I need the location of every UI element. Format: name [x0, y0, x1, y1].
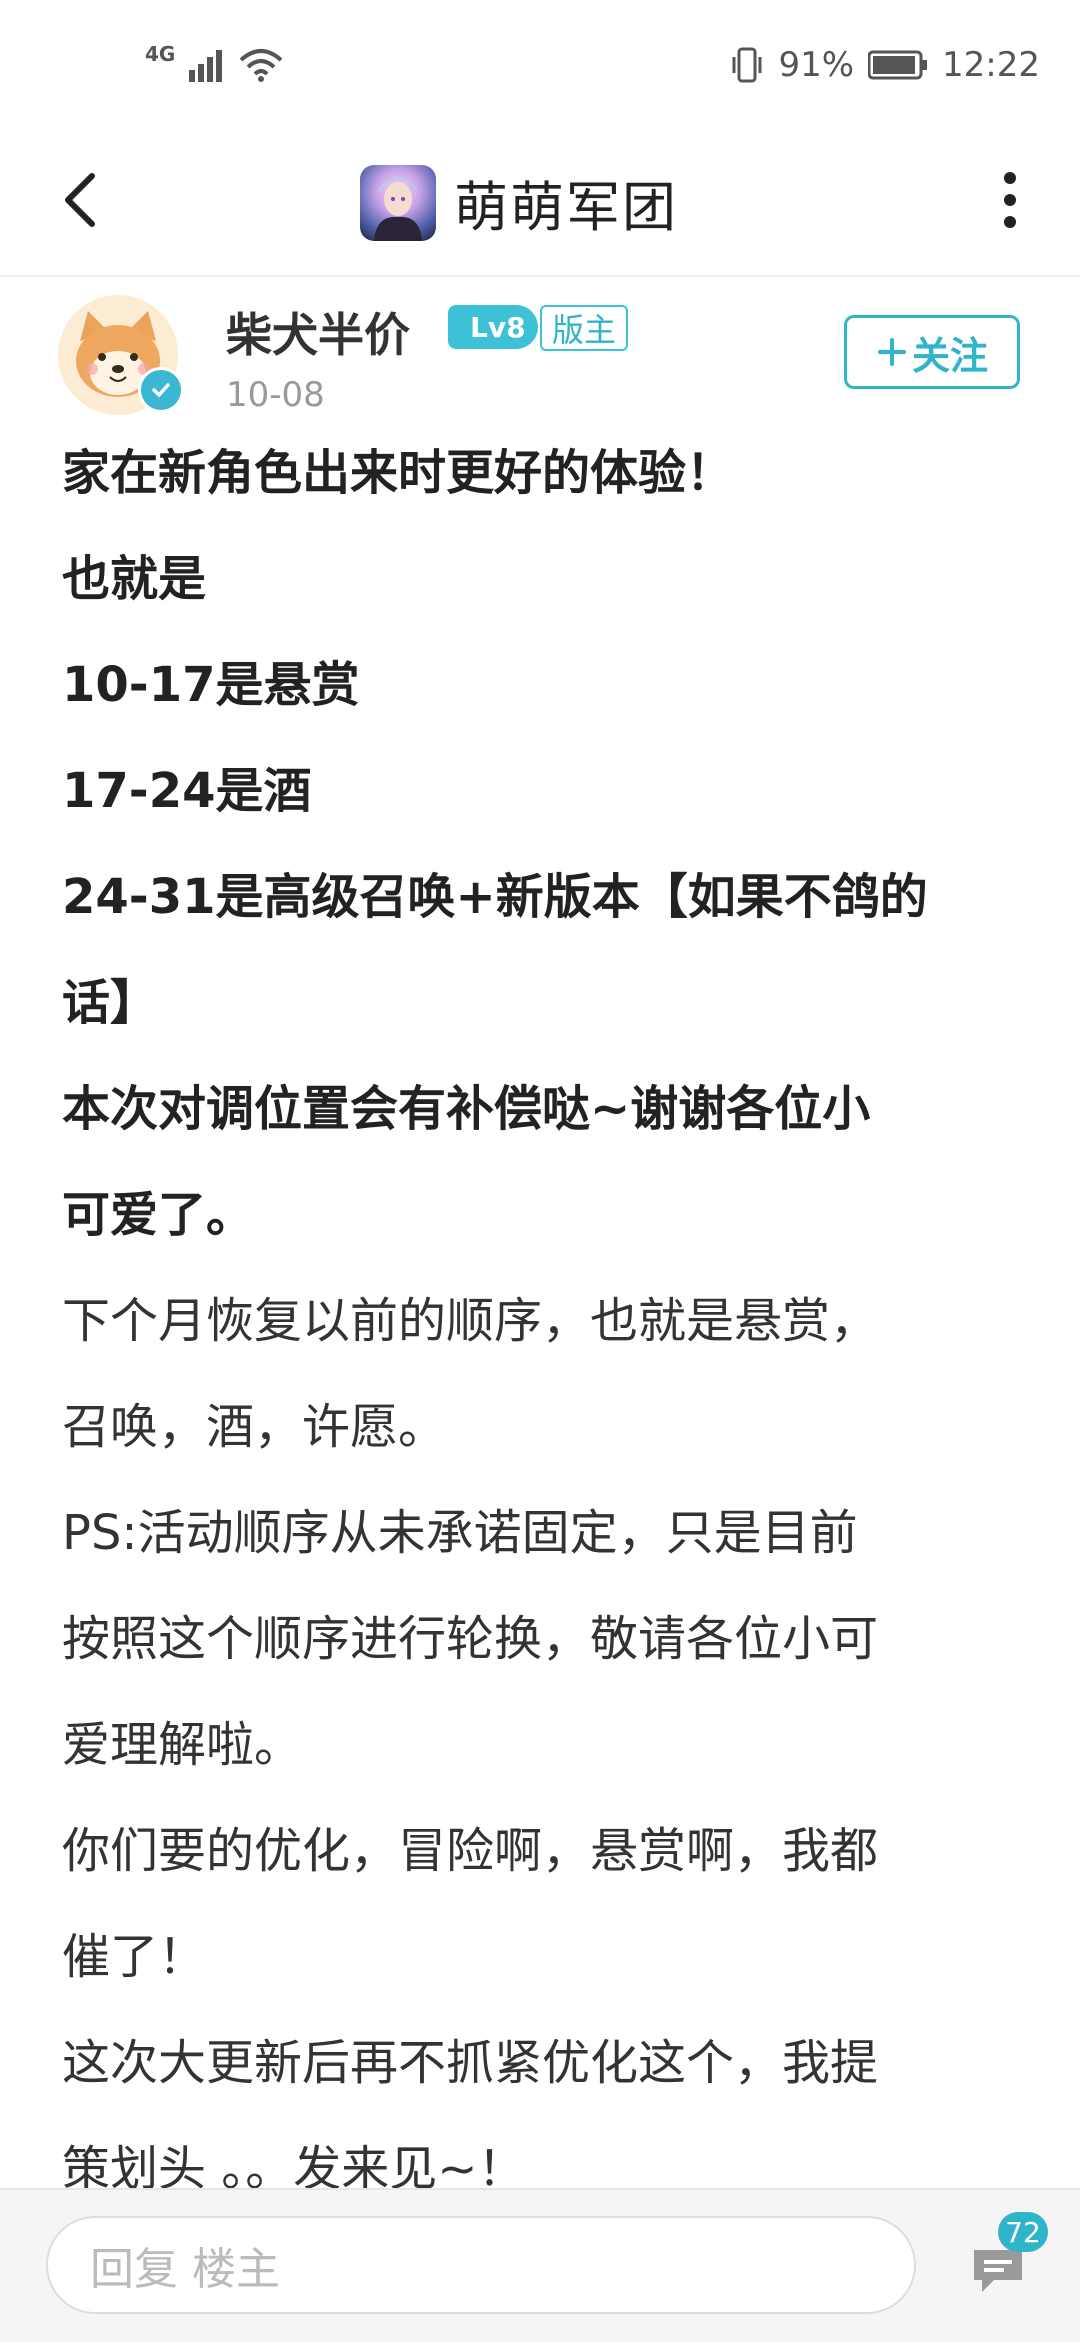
nav-bar: 萌萌军团	[0, 130, 1080, 277]
status-left: 4G	[145, 40, 283, 90]
wifi-icon	[240, 49, 283, 82]
more-dot-icon	[1004, 194, 1016, 206]
vibrate-icon	[732, 47, 762, 83]
post-line: 这次大更新后再不抓紧优化这个，我提	[62, 2035, 879, 2091]
more-dot-icon	[1004, 216, 1016, 228]
more-button[interactable]	[990, 160, 1030, 240]
signal-icon	[189, 50, 223, 82]
post-line: 你们要的优化，冒险啊，悬赏啊，我都	[62, 1823, 879, 1879]
battery-icon	[868, 50, 928, 80]
plus-icon	[877, 338, 906, 366]
post-line: 10-17是悬赏	[62, 657, 360, 713]
comment-count-badge: 72	[998, 2212, 1048, 2252]
follow-button[interactable]: 关注	[844, 315, 1020, 389]
post-line: 下个月恢复以前的顺序，也就是悬赏，	[62, 1293, 879, 1349]
reply-placeholder: 回复 楼主	[90, 2244, 280, 2295]
status-right: 91% 12:22	[730, 40, 1040, 90]
post-line: 24-31是高级召唤+新版本【如果不鸽的	[62, 869, 928, 925]
post-line: 召唤，酒，许愿。	[62, 1399, 447, 1455]
status-bar: 4G 91% 12:22	[0, 0, 1080, 130]
back-button[interactable]	[40, 160, 120, 240]
chevron-left-icon	[65, 173, 95, 227]
checkmark-icon	[152, 383, 170, 398]
game-logo-icon	[360, 164, 436, 241]
post-content: 家在新角色出来时更好的体验！ 也就是 10-17是悬赏 17-24是酒 24-31是高级…	[62, 420, 1022, 2222]
nav-title-group[interactable]: 萌萌军团	[360, 155, 678, 250]
post-line: 话】	[62, 975, 159, 1031]
level-badge: Lv8	[448, 305, 538, 349]
author-name[interactable]: 柴犬半价	[226, 299, 410, 365]
follow-label: 关注	[911, 333, 988, 378]
battery-percent: 91%	[778, 45, 855, 85]
page-title: 萌萌军团	[454, 176, 678, 239]
post-line: 爱理解啦。	[62, 1717, 303, 1773]
clock: 12:22	[942, 45, 1040, 85]
post-line: 按照这个顺序进行轮换，敬请各位小可	[62, 1611, 879, 1667]
bottom-bar: 回复 楼主 72	[0, 2188, 1080, 2342]
post-line: 可爱了。	[62, 1187, 255, 1243]
post-line: 催了！	[62, 1929, 207, 1985]
post-date: 10-08	[226, 375, 325, 415]
post-line: 也就是	[62, 551, 207, 607]
author-row: 柴犬半价 Lv8 版主 10-08 关注	[0, 285, 1080, 425]
post-line: 家在新角色出来时更好的体验！	[62, 445, 735, 501]
post-line: 本次对调位置会有补偿哒~谢谢各位小	[62, 1081, 871, 1137]
verified-badge	[138, 367, 184, 413]
reply-input[interactable]: 回复 楼主	[46, 2216, 916, 2314]
more-dot-icon	[1004, 172, 1016, 184]
post-line: 17-24是酒	[62, 763, 312, 819]
network-label: 4G	[145, 42, 176, 66]
post-line: PS:活动顺序从未承诺固定，只是目前	[62, 1505, 858, 1561]
moderator-badge: 版主	[540, 305, 629, 351]
